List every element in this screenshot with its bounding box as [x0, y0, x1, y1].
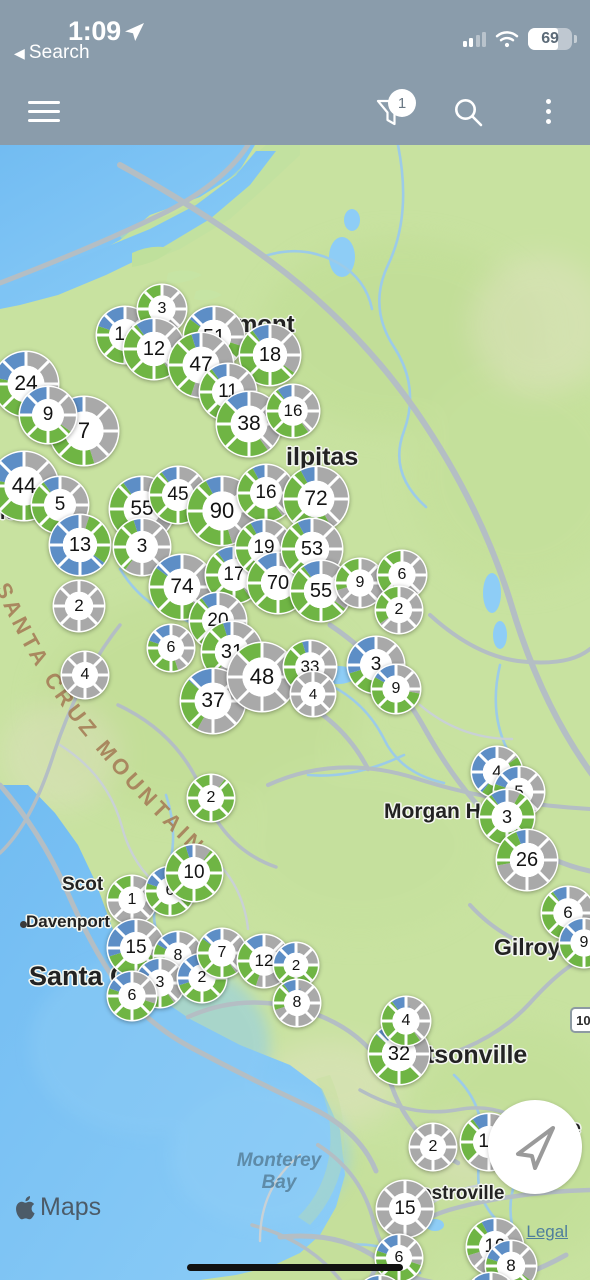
map-app-screen: 1:09 ◀ Search 69 1 ANTA CRUZ MOUNTAI ilp… — [0, 0, 590, 1280]
back-caret-icon: ◀ — [14, 45, 25, 61]
maps-label: Maps — [40, 1193, 102, 1221]
cluster-marker[interactable]: 6 — [106, 970, 158, 1022]
wifi-icon — [495, 31, 519, 48]
cluster-marker[interactable]: 5 — [464, 1271, 518, 1280]
cluster-marker[interactable]: 9 — [18, 385, 78, 445]
hamburger-menu-icon — [28, 101, 60, 122]
cluster-marker[interactable]: 16 — [265, 383, 321, 439]
cluster-marker[interactable]: 4 — [289, 670, 337, 718]
navigation-arrow-icon — [516, 1126, 555, 1170]
apple-logo-icon — [16, 1195, 35, 1219]
home-indicator — [187, 1264, 403, 1271]
battery-level-label: 69 — [541, 30, 559, 47]
battery-icon: 69 — [528, 28, 577, 50]
back-to-search-link[interactable]: ◀ Search — [14, 42, 90, 64]
cellular-signal-icon — [462, 31, 486, 47]
map-canvas[interactable]: SANTA CRUZ MOUNTAINS ilpitasMorgan HGilr… — [0, 145, 590, 1280]
hamburger-menu-button[interactable] — [16, 78, 72, 145]
overflow-menu-icon — [545, 99, 551, 124]
cluster-marker[interactable]: 8 — [354, 1274, 406, 1280]
highway-shield: 101 — [570, 1007, 590, 1033]
cluster-marker[interactable]: 10 — [164, 843, 224, 903]
status-bar: 1:09 ◀ Search 69 — [0, 0, 590, 78]
back-label: Search — [28, 42, 90, 63]
filter-badge: 1 — [388, 89, 416, 117]
search-button[interactable] — [440, 78, 496, 145]
locate-me-button[interactable] — [488, 1100, 582, 1194]
search-icon — [455, 98, 483, 126]
cluster-marker[interactable]: 2 — [374, 585, 424, 635]
app-toolbar: 1 — [0, 78, 590, 145]
cluster-marker[interactable]: 2 — [52, 579, 106, 633]
status-indicators: 69 — [462, 28, 577, 50]
cluster-marker[interactable]: 4 — [380, 995, 432, 1047]
location-arrow-icon — [125, 23, 144, 41]
cluster-marker[interactable]: 9 — [370, 663, 422, 715]
cluster-marker[interactable]: 6 — [146, 623, 196, 673]
cluster-marker[interactable]: 15 — [375, 1179, 435, 1239]
cluster-marker[interactable]: 13 — [48, 513, 112, 577]
cluster-marker[interactable]: 8 — [272, 978, 322, 1028]
cluster-marker[interactable]: 26 — [495, 828, 559, 892]
overflow-menu-button[interactable] — [520, 78, 576, 145]
maps-attribution: Maps — [16, 1193, 101, 1222]
cluster-marker[interactable]: 4 — [60, 650, 110, 700]
cluster-marker[interactable]: 2 — [186, 773, 236, 823]
cluster-marker[interactable]: 6 — [374, 1233, 424, 1280]
cluster-marker[interactable]: 9 — [558, 917, 590, 969]
cluster-marker[interactable]: 2 — [408, 1122, 458, 1172]
filter-button[interactable]: 1 — [360, 78, 422, 145]
legal-link[interactable]: Legal — [526, 1222, 568, 1242]
